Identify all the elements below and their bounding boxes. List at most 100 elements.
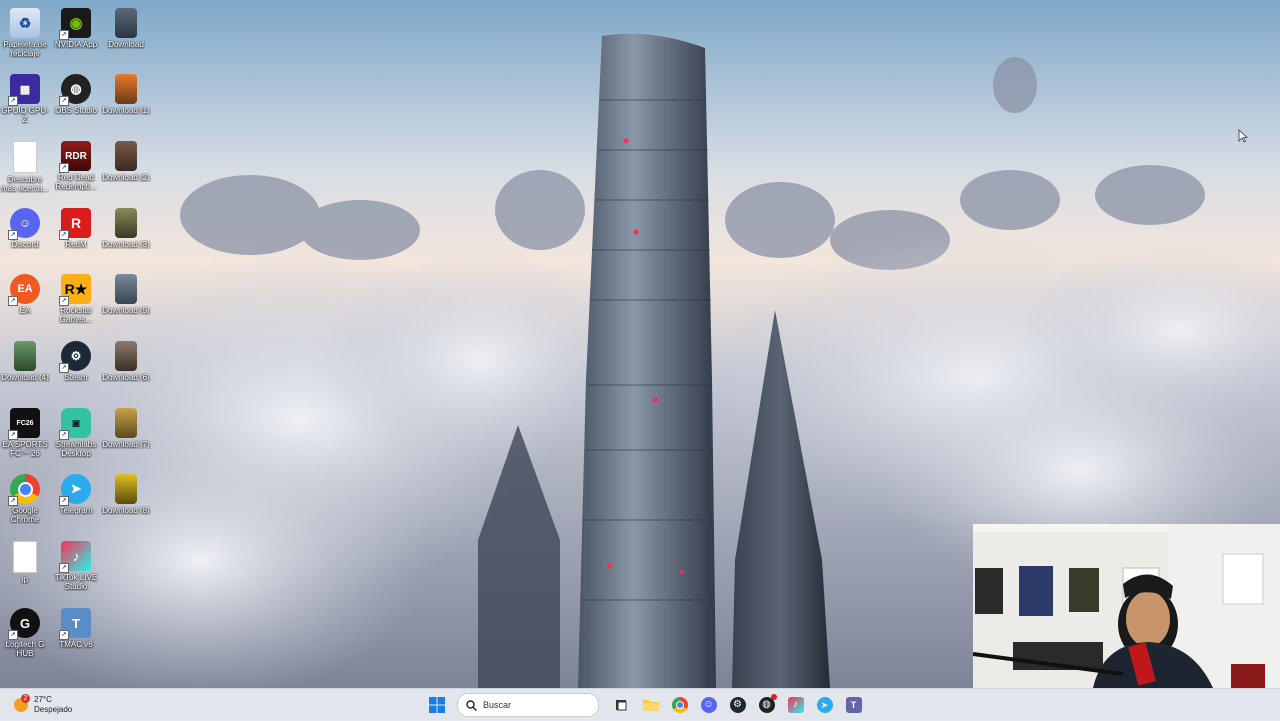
desktop-icon-download-5[interactable]: Download (5) xyxy=(101,270,151,315)
ea-icon: EA ↗ xyxy=(8,274,40,306)
discord-icon: ☺ ↗ xyxy=(8,208,40,240)
taskbar-telegram[interactable]: ➤ xyxy=(813,693,837,717)
desktop-icon-download-8[interactable]: Download (8) xyxy=(101,470,151,515)
desktop-icon-download-2[interactable]: Download (2) xyxy=(101,137,151,182)
taskbar-steam[interactable]: ⚙ xyxy=(726,693,750,717)
desktop-icon-label: TMAC v6 xyxy=(59,640,93,649)
desktop-icon-label: TikTok LIVE Studio xyxy=(54,573,98,591)
start-button[interactable] xyxy=(425,693,449,717)
desktop-icon-label: Download xyxy=(108,40,144,49)
desktop-icon-red-dead[interactable]: RDR ↗ Red Dead Redempti... xyxy=(51,137,101,191)
desktop-icon-ip[interactable]: ip xyxy=(0,537,50,584)
desktop-icon-download-6[interactable]: Download (6) xyxy=(101,337,151,382)
desktop-icon-label: Download (3) xyxy=(102,240,150,249)
weather-widget[interactable]: 2 27°C Despejado xyxy=(14,693,72,717)
blank-file-icon xyxy=(13,141,37,173)
teams-icon: T xyxy=(845,697,862,713)
desktop-icon-label: Download (5) xyxy=(102,306,150,315)
desktop-icon-streamlabs[interactable]: ◙ ↗ Streamlabs Desktop xyxy=(51,404,101,458)
desktop-icon-redm[interactable]: R ↗ RedM xyxy=(51,204,101,249)
taskbar-chrome[interactable] xyxy=(668,693,692,717)
text-file-icon xyxy=(13,541,37,573)
desktop-icon-logitech[interactable]: G ↗ Logitech G HUB xyxy=(0,604,50,658)
desktop-icon-recycle-bin[interactable]: ♻ Papelera de reciclaje xyxy=(0,4,50,58)
desktop-icon-label: Telegram xyxy=(59,506,93,515)
desktop-icon-label: EA xyxy=(19,306,31,315)
image-file-icon xyxy=(115,141,137,171)
weather-description: Despejado xyxy=(34,705,73,714)
desktop-icon-download-1[interactable]: Download (1) xyxy=(101,70,151,115)
telegram-icon: ➤ xyxy=(816,697,833,713)
desktop-icon-chrome[interactable]: ↗ Google Chrome xyxy=(0,470,50,524)
desktop-icon-download[interactable]: Download xyxy=(101,4,151,49)
desktop-icon-label: GPUID GPU-Z xyxy=(1,106,49,124)
mouse-cursor-icon xyxy=(1238,129,1249,148)
sun-icon: 2 xyxy=(14,694,30,712)
desktop-icon-ea[interactable]: EA ↗ EA xyxy=(0,270,50,315)
desktop-icon-easports-fc[interactable]: FC26 ↗ EA SPORTS FC™ 26 xyxy=(0,404,50,458)
steam-icon: ⚙ xyxy=(729,697,746,713)
obs-icon: ◍ ↗ xyxy=(59,74,91,106)
desktop-icon-descubre[interactable]: Descubre más acerca... xyxy=(0,137,50,193)
image-file-icon xyxy=(115,208,137,238)
image-file-icon xyxy=(115,341,137,371)
task-view-button[interactable] xyxy=(610,693,634,717)
desktop-icon-label: Download (2) xyxy=(102,173,150,182)
task-view-icon xyxy=(615,700,626,711)
desktop-icon-label: Download (4) xyxy=(1,373,49,382)
image-file-icon xyxy=(14,341,36,371)
taskbar-teams[interactable]: T xyxy=(842,693,866,717)
desktop-icon-label: Download (6) xyxy=(102,373,150,382)
taskbar-obs[interactable]: ◍ xyxy=(755,693,779,717)
taskbar-apps: Buscar ☺ ⚙ ◍ ♪ ➤ T xyxy=(422,693,868,717)
desktop-icon-telegram[interactable]: ➤ ↗ Telegram xyxy=(51,470,101,515)
easports-icon: FC26 ↗ xyxy=(8,408,40,440)
desktop-icon-label: ip xyxy=(21,575,29,584)
desktop-icon-label: Streamlabs Desktop xyxy=(55,440,97,458)
tmac-icon: T ↗ xyxy=(59,608,91,640)
weather-temperature: 27°C xyxy=(34,695,52,704)
desktop-icon-download-3[interactable]: Download (3) xyxy=(101,204,151,249)
taskbar-discord[interactable]: ☺ xyxy=(697,693,721,717)
steam-icon: ⚙ ↗ xyxy=(59,341,91,373)
desktop-icon-label: Descubre más acerca... xyxy=(0,175,49,193)
search-placeholder: Buscar xyxy=(483,700,512,710)
red-dead-icon: RDR ↗ xyxy=(59,141,91,173)
desktop-icon-nvidia-app[interactable]: ◉ ↗ NVIDIA App xyxy=(51,4,101,49)
desktop-icon-discord[interactable]: ☺ ↗ Discord xyxy=(0,204,50,249)
notification-badge: 2 xyxy=(21,694,30,703)
desktop-icon-download-7[interactable]: Download (7) xyxy=(101,404,151,449)
desktop-icon-tiktok-live[interactable]: ♪ ↗ TikTok LIVE Studio xyxy=(51,537,101,591)
image-file-icon xyxy=(115,408,137,438)
desktop-icon-steam[interactable]: ⚙ ↗ Steam xyxy=(51,337,101,382)
taskbar: 2 27°C Despejado Buscar ☺ ⚙ ◍ ♪ ➤ T xyxy=(0,688,1280,721)
gpuz-icon: ▦ ↗ xyxy=(8,74,40,106)
taskbar-file-explorer[interactable] xyxy=(639,693,663,717)
desktop-icon-label: Google Chrome xyxy=(10,506,40,524)
taskbar-search-box[interactable]: Buscar xyxy=(457,693,599,717)
discord-icon: ☺ xyxy=(700,697,717,713)
desktop-icon-label: Steam xyxy=(64,373,88,382)
desktop-icon-obs[interactable]: ◍ ↗ OBS Studio xyxy=(51,70,101,115)
telegram-icon: ➤ ↗ xyxy=(59,474,91,506)
desktop-icon-gpuz[interactable]: ▦ ↗ GPUID GPU-Z xyxy=(0,70,50,124)
desktop-icon-download-4[interactable]: Download (4) xyxy=(0,337,50,382)
desktop-icon-label: Papelera de reciclaje xyxy=(3,40,47,58)
recycle-bin-icon: ♻ xyxy=(10,8,40,38)
logitech-icon: G ↗ xyxy=(8,608,40,640)
desktop-icon-rockstar[interactable]: R★ ↗ Rockstar Games... xyxy=(51,270,101,324)
desktop-icon-label: Logitech G HUB xyxy=(5,640,45,658)
redm-icon: R ↗ xyxy=(59,208,91,240)
desktop-icon-label: Download (7) xyxy=(102,440,150,449)
desktop-icon-label: Download (8) xyxy=(102,506,150,515)
desktop-icon-tmac[interactable]: T ↗ TMAC v6 xyxy=(51,604,101,649)
taskbar-tiktok-live[interactable]: ♪ xyxy=(784,693,808,717)
desktop-icon-label: EA SPORTS FC™ 26 xyxy=(2,440,48,458)
image-file-icon xyxy=(115,474,137,504)
recording-indicator xyxy=(770,694,777,700)
chrome-icon: ↗ xyxy=(8,474,40,506)
image-file-icon xyxy=(115,8,137,38)
desktop-icon-label: Red Dead Redempti... xyxy=(55,173,97,191)
desktop-icon-label: Discord xyxy=(11,240,39,249)
windows-icon xyxy=(428,697,445,713)
